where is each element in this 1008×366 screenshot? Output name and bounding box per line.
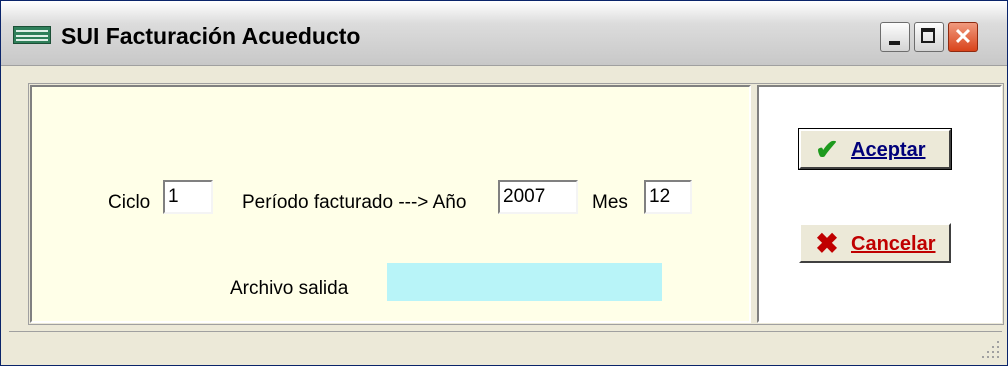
app-icon	[13, 26, 51, 44]
archivo-salida-field[interactable]	[387, 263, 662, 301]
close-icon: ✕	[953, 24, 973, 49]
parameters-panel: Ciclo Período facturado ---> Año Mes Arc…	[30, 85, 751, 323]
maximize-button[interactable]	[914, 22, 944, 52]
mes-input[interactable]	[644, 180, 692, 214]
periodo-label: Período facturado ---> Año	[242, 192, 467, 213]
actions-panel: ✔ Aceptar ✖ Cancelar	[757, 85, 1002, 323]
cancel-button-label: Cancelar	[851, 233, 936, 255]
status-bar	[9, 331, 1002, 361]
checkmark-icon: ✔	[815, 134, 839, 165]
dialog-window: SUI Facturación Acueducto ✕ Ciclo Períod…	[0, 0, 1008, 366]
close-button[interactable]: ✕	[948, 22, 978, 52]
archivo-salida-label: Archivo salida	[230, 278, 349, 299]
resize-grip-icon[interactable]	[977, 336, 999, 358]
x-mark-icon: ✖	[815, 228, 839, 259]
minimize-button[interactable]	[880, 22, 910, 52]
mes-label: Mes	[592, 192, 628, 213]
accept-button-label: Aceptar	[851, 139, 926, 161]
ciclo-input[interactable]	[163, 180, 213, 214]
anio-input[interactable]	[498, 180, 578, 214]
cancel-button[interactable]: ✖ Cancelar	[799, 223, 951, 263]
title-bar[interactable]: SUI Facturación Acueducto ✕	[1, 1, 1007, 66]
accept-button[interactable]: ✔ Aceptar	[798, 128, 952, 170]
window-title: SUI Facturación Acueducto	[61, 23, 361, 49]
ciclo-label: Ciclo	[108, 192, 151, 213]
